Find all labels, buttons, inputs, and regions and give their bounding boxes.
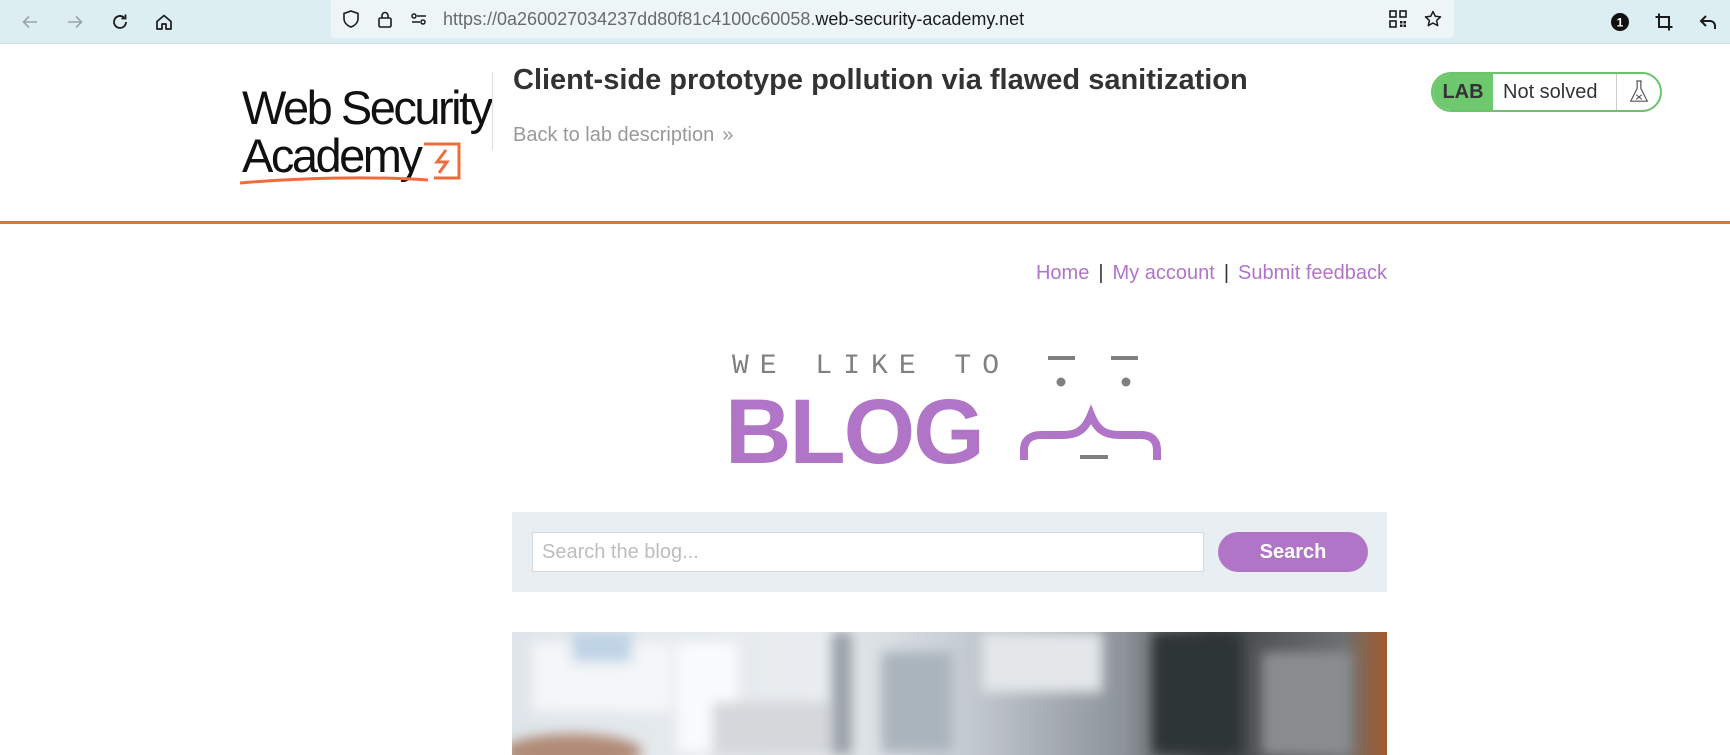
star-icon[interactable] xyxy=(1423,9,1443,29)
blog-search-input[interactable] xyxy=(532,532,1204,572)
web-security-academy-logo[interactable]: Web Security Academy xyxy=(238,72,496,204)
nav-separator: | xyxy=(1223,262,1230,284)
logo-divider xyxy=(492,72,493,150)
reload-icon[interactable] xyxy=(106,8,134,36)
nav-separator: | xyxy=(1098,262,1104,284)
lab-header: Web Security Academy Client-side prototy… xyxy=(0,44,1730,224)
crop-icon[interactable] xyxy=(1650,8,1678,36)
nav-my-account-link[interactable]: My account xyxy=(1113,262,1215,284)
logo-line2: Academy xyxy=(242,129,423,182)
chevron-right-icon: » xyxy=(722,124,733,146)
top-navigation: Home | My account | Submit feedback xyxy=(1010,262,1387,285)
browser-toolbar: https://0a260027034237dd80f81c4100c60058… xyxy=(0,0,1730,44)
lab-title: Client-side prototype pollution via flaw… xyxy=(513,64,1248,96)
lab-status-widget: LAB Not solved xyxy=(1431,72,1662,112)
lab-badge: LAB xyxy=(1433,74,1493,110)
url-text: https://0a260027034237dd80f81c4100c60058… xyxy=(443,9,1024,30)
blog-tagline: WE LIKE TO xyxy=(732,351,1010,382)
back-to-lab-description-link[interactable]: Back to lab description » xyxy=(513,124,733,147)
extension-icon[interactable]: 1 xyxy=(1606,8,1634,36)
back-link-label: Back to lab description xyxy=(513,124,715,146)
extension-badge: 1 xyxy=(1617,16,1624,30)
forward-arrow-icon[interactable] xyxy=(61,8,89,36)
lock-icon[interactable] xyxy=(375,9,395,29)
url-prefix: https://0a260027034237dd80f81c4100c60058… xyxy=(443,9,816,29)
search-panel: Search xyxy=(512,512,1387,592)
nav-submit-feedback-link[interactable]: Submit feedback xyxy=(1238,262,1387,284)
flask-icon xyxy=(1617,74,1660,110)
blog-header-logo: WE LIKE TO BLOG xyxy=(725,351,1161,480)
blog-post-image[interactable] xyxy=(512,632,1387,755)
undo-icon[interactable] xyxy=(1694,8,1722,36)
url-host: web-security-academy.net xyxy=(815,9,1025,29)
blog-word: BLOG xyxy=(725,381,983,480)
lab-status-text: Not solved xyxy=(1493,74,1617,110)
search-button[interactable]: Search xyxy=(1218,532,1368,572)
shield-icon[interactable] xyxy=(341,9,361,29)
logo-line1: Web Security xyxy=(242,81,494,134)
nav-home-link[interactable]: Home xyxy=(1036,262,1089,284)
qr-code-icon[interactable] xyxy=(1388,9,1408,29)
permissions-icon[interactable] xyxy=(409,9,429,29)
back-arrow-icon[interactable] xyxy=(16,8,44,36)
home-icon[interactable] xyxy=(150,8,178,36)
